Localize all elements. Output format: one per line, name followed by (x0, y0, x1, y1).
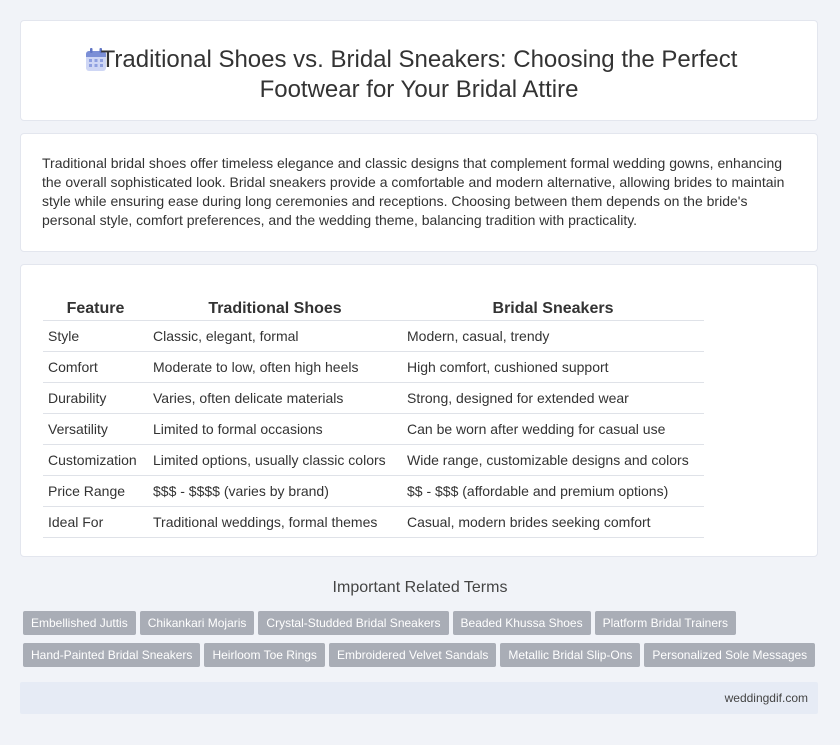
page-title: Traditional Shoes vs. Bridal Sneakers: C… (21, 45, 817, 105)
footer-bar: weddingdif.com (20, 682, 818, 714)
column-header-bridal-sneakers: Bridal Sneakers (402, 292, 704, 321)
table-row: Versatility Limited to formal occasions … (43, 414, 704, 445)
table-cell: Strong, designed for extended wear (402, 383, 704, 414)
table-cell: Varies, often delicate materials (148, 383, 402, 414)
table-cell: $$ - $$$ (affordable and premium options… (402, 476, 704, 507)
related-term-tag[interactable]: Beaded Khussa Shoes (452, 611, 591, 635)
page-title-line-2: Footwear for Your Bridal Attire (259, 76, 579, 103)
related-term-tag[interactable]: Metallic Bridal Slip-Ons (500, 643, 641, 667)
header-card: Traditional Shoes vs. Bridal Sneakers: C… (20, 20, 818, 121)
table-cell: Can be worn after wedding for casual use (402, 414, 704, 445)
related-term-tag[interactable]: Hand-Painted Bridal Sneakers (23, 643, 201, 667)
related-term-tag[interactable]: Personalized Sole Messages (644, 643, 816, 667)
comparison-table: Feature Traditional Shoes Bridal Sneaker… (43, 292, 704, 538)
footer-site-link[interactable]: weddingdif.com (725, 691, 808, 705)
table-cell: Price Range (43, 476, 148, 507)
related-terms-row: Embellished Juttis Chikankari Mojaris Crys… (23, 611, 823, 635)
related-term-tag[interactable]: Platform Bridal Trainers (594, 611, 736, 635)
table-cell: Moderate to low, often high heels (148, 352, 402, 383)
table-cell: Comfort (43, 352, 148, 383)
column-header-traditional-shoes: Traditional Shoes (148, 292, 402, 321)
related-terms-heading: Important Related Terms (332, 579, 508, 596)
table-row: Customization Limited options, usually c… (43, 445, 704, 476)
related-term-tag[interactable]: Crystal-Studded Bridal Sneakers (258, 611, 449, 635)
table-cell: Durability (43, 383, 148, 414)
table-cell: Versatility (43, 414, 148, 445)
comparison-card: Feature Traditional Shoes Bridal Sneaker… (20, 264, 818, 557)
related-term-tag[interactable]: Chikankari Mojaris (139, 611, 255, 635)
related-term-tag[interactable]: Embellished Juttis (23, 611, 136, 635)
table-row: Price Range $$$ - $$$$ (varies by brand)… (43, 476, 704, 507)
table-cell: Ideal For (43, 507, 148, 538)
table-cell: Style (43, 321, 148, 352)
table-row: Comfort Moderate to low, often high heel… (43, 352, 704, 383)
table-cell: Limited options, usually classic colors (148, 445, 402, 476)
table-cell: Modern, casual, trendy (402, 321, 704, 352)
summary-card: Traditional bridal shoes offer timeless … (20, 133, 818, 252)
table-cell: Customization (43, 445, 148, 476)
table-cell: Limited to formal occasions (148, 414, 402, 445)
table-cell: $$$ - $$$$ (varies by brand) (148, 476, 402, 507)
related-term-tag[interactable]: Embroidered Velvet Sandals (328, 643, 497, 667)
summary-text: Traditional bridal shoes offer timeless … (42, 155, 785, 228)
related-term-tag[interactable]: Heirloom Toe Rings (204, 643, 325, 667)
table-cell: Classic, elegant, formal (148, 321, 402, 352)
table-row: Ideal For Traditional weddings, formal t… (43, 507, 704, 538)
page-title-line-1: Traditional Shoes vs. Bridal Sneakers: C… (100, 46, 738, 73)
table-cell: High comfort, cushioned support (402, 352, 704, 383)
table-row: Durability Varies, often delicate materi… (43, 383, 704, 414)
table-row: Style Classic, elegant, formal Modern, c… (43, 321, 704, 352)
table-cell: Casual, modern brides seeking comfort (402, 507, 704, 538)
related-terms-row: Hand-Painted Bridal Sneakers Heirloom Toe… (23, 643, 823, 667)
table-cell: Traditional weddings, formal themes (148, 507, 402, 538)
table-header-row: Feature Traditional Shoes Bridal Sneaker… (43, 292, 704, 321)
column-header-feature: Feature (43, 292, 148, 321)
table-cell: Wide range, customizable designs and col… (402, 445, 704, 476)
